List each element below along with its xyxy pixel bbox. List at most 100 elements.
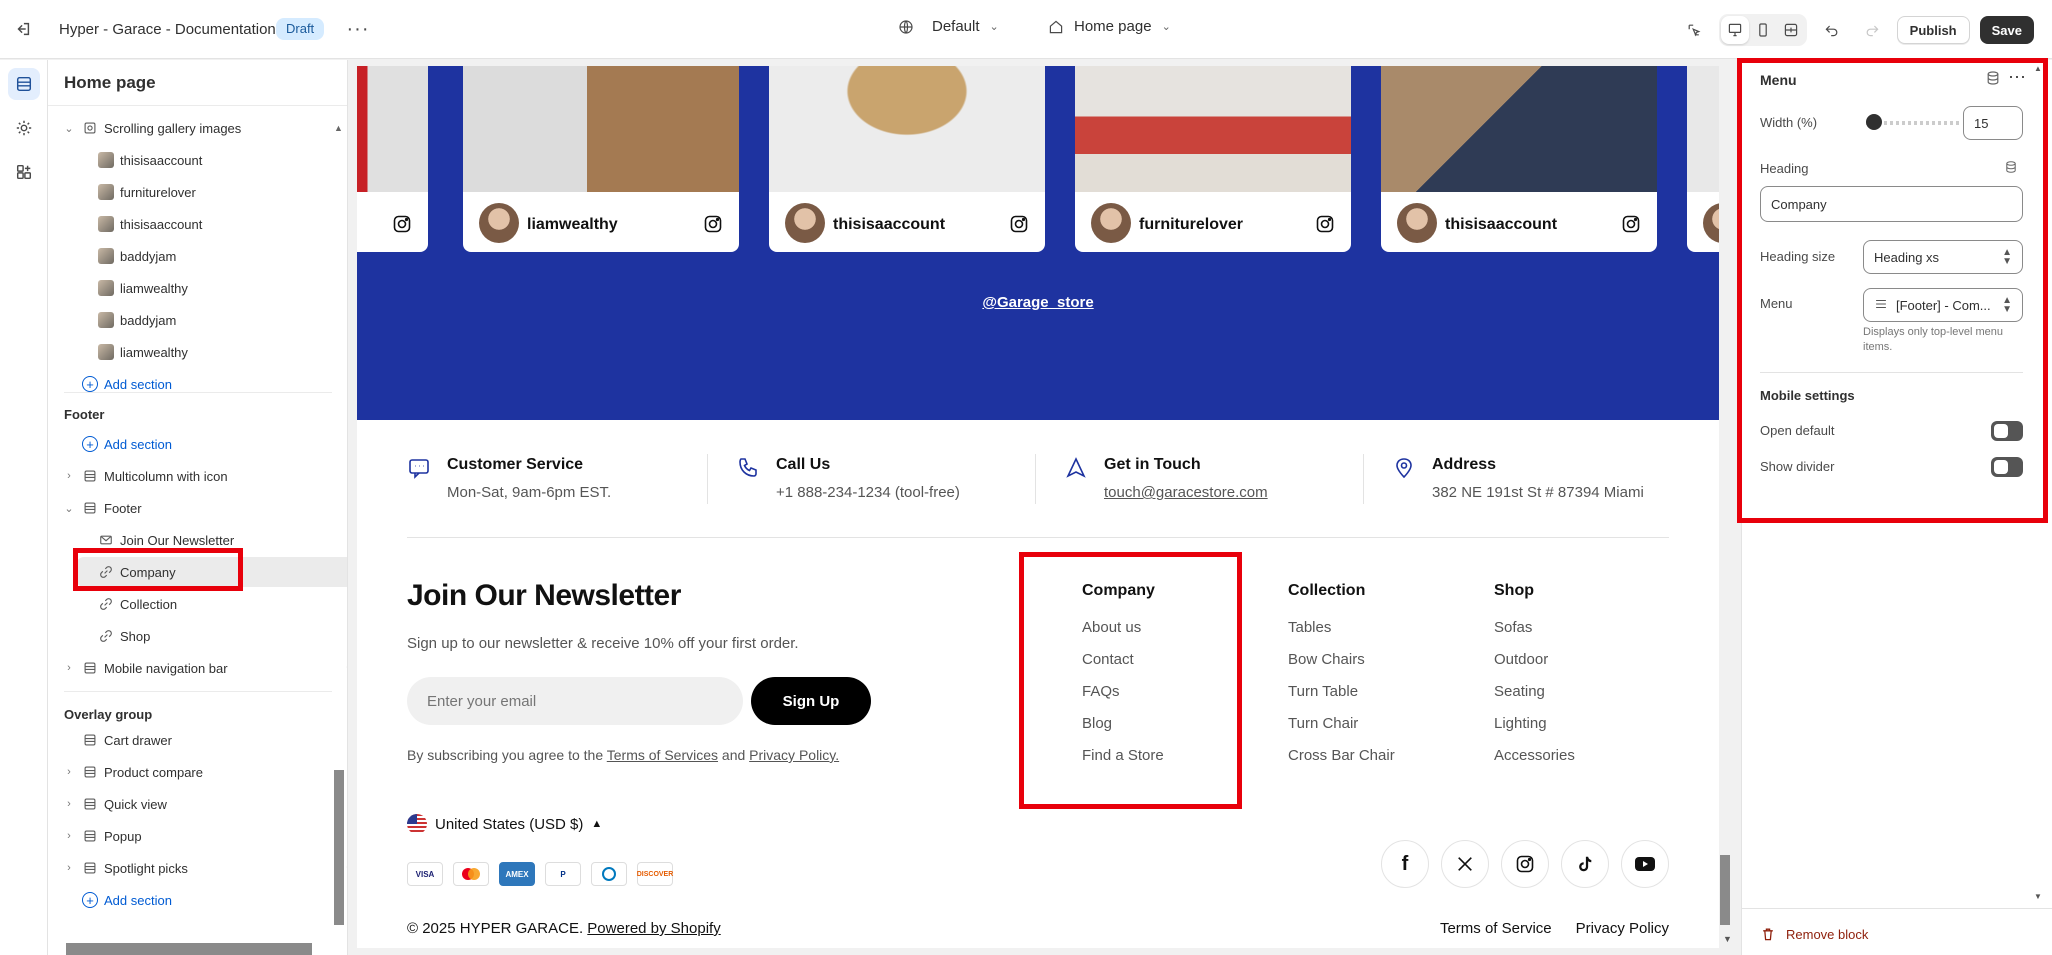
info-email-link[interactable]: touch@garacestore.com (1104, 484, 1268, 501)
sections-icon[interactable] (8, 68, 40, 100)
chevron-right-icon[interactable]: › (62, 798, 76, 810)
info-text: Mon-Sat, 9am-6pm EST. (447, 484, 612, 501)
desktop-view-icon[interactable] (1720, 16, 1749, 44)
instagram-icon[interactable] (1315, 214, 1335, 234)
sidebar-item-gallery-image[interactable]: thisisaaccount (48, 209, 347, 239)
exit-icon[interactable] (12, 18, 34, 40)
sidebar-item-gallery-image[interactable]: liamwealthy (48, 273, 347, 303)
sidebar-item-cart-drawer[interactable]: Cart drawer (48, 725, 347, 755)
sidebar-item-footer[interactable]: ⌄ Footer (48, 493, 347, 523)
privacy-policy-link[interactable]: Privacy Policy (1576, 920, 1669, 937)
sidebar-horizontal-scrollbar[interactable] (66, 943, 312, 955)
sidebar-item-gallery-image[interactable]: furniturelover (48, 177, 347, 207)
gallery-card[interactable]: furniturelover (1075, 66, 1351, 252)
page-selector[interactable]: Home page ⌄ (1048, 18, 1171, 35)
sidebar-item-gallery[interactable]: ⌄ Scrolling gallery images ▲ (48, 113, 347, 143)
newsletter-email-input[interactable] (407, 677, 743, 725)
gallery-image (1381, 66, 1657, 192)
tiktok-icon[interactable] (1561, 840, 1609, 888)
eye-slash-icon[interactable] (346, 860, 347, 877)
add-section-button[interactable]: + Add section (48, 885, 347, 915)
sidebar-item-label: Mobile navigation bar (104, 660, 228, 676)
sidebar-item-mobile-nav[interactable]: › Mobile navigation bar (48, 653, 347, 683)
gallery-card[interactable]: thisisaaccount (1381, 66, 1657, 252)
social-links: f (1381, 840, 1669, 888)
instagram-icon[interactable] (703, 214, 723, 234)
remove-block-button[interactable]: Remove block (1760, 926, 1868, 942)
app-embeds-icon[interactable] (8, 156, 40, 188)
add-section-label: Add section (104, 376, 172, 392)
sign-up-button[interactable]: Sign Up (751, 677, 871, 725)
preview-scrollbar[interactable] (1720, 855, 1730, 925)
footer-link[interactable]: Turn Chair (1288, 715, 1395, 747)
theme-selector-label: Default (932, 18, 980, 35)
chevron-right-icon[interactable]: › (62, 662, 76, 674)
sidebar-item-shop-block[interactable]: Shop (48, 621, 347, 651)
sidebar-item-label: Collection (120, 596, 178, 612)
gallery-card[interactable]: thisisaaccount (769, 66, 1045, 252)
inspector-icon[interactable] (1679, 15, 1709, 45)
publish-button[interactable]: Publish (1896, 16, 1970, 44)
chevron-right-icon[interactable]: › (62, 470, 76, 482)
country-selector[interactable]: United States (USD $) ▲ (407, 814, 602, 834)
sidebar-item-gallery-image[interactable]: liamwealthy (48, 337, 347, 367)
footer-link[interactable]: Outdoor (1494, 651, 1575, 683)
sidebar-item-label: Cart drawer (104, 732, 172, 748)
gallery-card[interactable] (357, 66, 428, 252)
scroll-down-icon[interactable]: ▼ (2034, 892, 2042, 901)
info-title: Get in Touch (1104, 456, 1201, 473)
chevron-right-icon[interactable]: › (62, 862, 76, 874)
gallery-card[interactable] (1687, 66, 1719, 252)
footer-link[interactable]: Tables (1288, 619, 1395, 651)
sidebar-item-gallery-image[interactable]: thisisaaccount (48, 145, 347, 175)
newsletter-subtitle: Sign up to our newsletter & receive 10% … (407, 635, 799, 652)
instagram-handle-link[interactable]: @Garage_store (357, 294, 1719, 311)
instagram-icon[interactable] (1621, 214, 1641, 234)
chevron-down-icon[interactable]: ⌄ (62, 502, 76, 515)
instagram-icon[interactable] (1009, 214, 1029, 234)
undo-icon[interactable] (1817, 15, 1847, 45)
chevron-right-icon[interactable]: › (62, 830, 76, 842)
add-section-button[interactable]: + Add section (48, 369, 347, 399)
footer-link[interactable]: Cross Bar Chair (1288, 747, 1395, 779)
facebook-icon[interactable]: f (1381, 840, 1429, 888)
footer-link[interactable]: Seating (1494, 683, 1575, 715)
gallery-image (1687, 66, 1719, 192)
theme-selector[interactable]: Default ⌄ (898, 18, 999, 35)
fullscreen-icon[interactable] (1777, 16, 1805, 44)
x-twitter-icon[interactable] (1441, 840, 1489, 888)
sidebar-scrollbar[interactable] (334, 770, 344, 925)
gallery-card[interactable]: liamwealthy (463, 66, 739, 252)
sidebar-item-quick-view[interactable]: › Quick view (48, 789, 347, 819)
sidebar-item-gallery-image[interactable]: baddyjam (48, 305, 347, 335)
more-options-icon[interactable]: ··· (346, 17, 370, 41)
save-button[interactable]: Save (1979, 16, 2034, 44)
terms-of-service-link[interactable]: Terms of Service (1440, 920, 1552, 937)
mobile-view-icon[interactable] (1749, 16, 1777, 44)
sidebar-item-product-compare[interactable]: › Product compare (48, 757, 347, 787)
sidebar-item-gallery-image[interactable]: baddyjam (48, 241, 347, 271)
footer-link[interactable]: Sofas (1494, 619, 1575, 651)
redo-icon[interactable] (1857, 15, 1887, 45)
footer-link[interactable]: Lighting (1494, 715, 1575, 747)
add-section-button[interactable]: + Add section (48, 429, 347, 459)
theme-settings-icon[interactable] (8, 112, 40, 144)
youtube-icon[interactable] (1621, 840, 1669, 888)
scroll-up-icon[interactable]: ▲ (334, 123, 343, 133)
footer-link[interactable]: Turn Table (1288, 683, 1395, 715)
instagram-icon[interactable] (392, 214, 412, 234)
eye-slash-icon[interactable] (346, 660, 347, 677)
footer-link[interactable]: Accessories (1494, 747, 1575, 779)
powered-by-link[interactable]: Powered by Shopify (587, 920, 720, 937)
instagram-icon[interactable] (1501, 840, 1549, 888)
privacy-link[interactable]: Privacy Policy. (749, 747, 839, 763)
footer-link[interactable]: Bow Chairs (1288, 651, 1395, 683)
scroll-down-icon[interactable]: ▼ (1723, 934, 1732, 944)
chevron-right-icon[interactable]: › (62, 766, 76, 778)
sidebar-item-popup[interactable]: › Popup (48, 821, 347, 851)
sidebar-item-spotlight-picks[interactable]: › Spotlight picks (48, 853, 347, 883)
sidebar-item-collection-block[interactable]: Collection (48, 589, 347, 619)
terms-link[interactable]: Terms of Services (607, 747, 718, 763)
chevron-down-icon[interactable]: ⌄ (62, 122, 76, 135)
sidebar-item-multicolumn[interactable]: › Multicolumn with icon (48, 461, 347, 491)
